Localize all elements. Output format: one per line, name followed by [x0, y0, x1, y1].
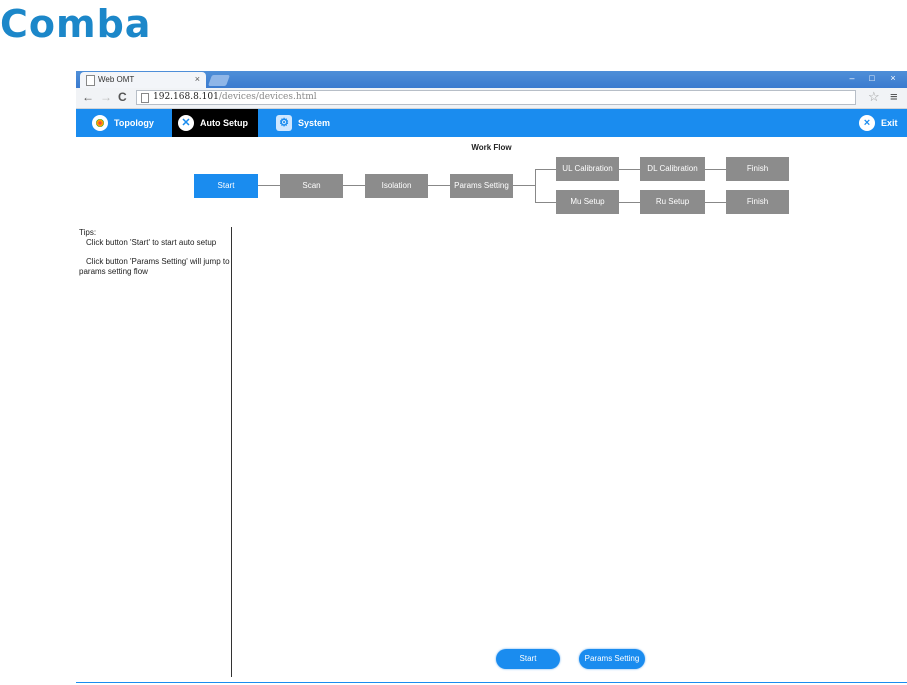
tips-heading: Tips: [79, 228, 97, 237]
bookmark-star-icon[interactable]: ☆ [868, 89, 880, 105]
tab-title: Web OMT [98, 75, 135, 84]
tip-line: Click button 'Start' to start auto setup [86, 238, 217, 247]
menu-icon[interactable]: ≡ [890, 89, 898, 104]
panel-divider [231, 227, 232, 677]
nav-exit[interactable]: × Exit [859, 109, 907, 137]
stage-mu-setup[interactable]: Mu Setup [556, 190, 619, 214]
browser-toolbar: ← → C 192.168.8.101/devices/devices.html… [76, 88, 907, 109]
address-bar[interactable]: 192.168.8.101/devices/devices.html [136, 90, 856, 105]
topology-icon [92, 115, 108, 131]
minimize-button[interactable]: – [843, 72, 861, 85]
forward-arrow-icon[interactable]: → [100, 90, 112, 104]
new-tab-button[interactable] [207, 75, 231, 86]
connector-line [619, 169, 640, 170]
tip-line: Click button 'Params Setting' will jump … [79, 257, 230, 276]
nav-topology[interactable]: Topology [92, 109, 166, 137]
tab-bar: Web OMT × – □ × [76, 71, 907, 88]
stage-ul-calibration[interactable]: UL Calibration [556, 157, 619, 181]
system-gear-icon: ⚙ [276, 115, 292, 131]
stage-start[interactable]: Start [194, 174, 258, 198]
params-setting-button[interactable]: Params Setting [579, 649, 645, 669]
connector-branch [535, 169, 536, 202]
browser-window: Web OMT × – □ × ← → C 192.168.8.101/devi… [76, 71, 907, 683]
nav-system-label: System [298, 118, 331, 128]
url-host: 192.168.8.101 [153, 92, 219, 102]
stage-isolation[interactable]: Isolation [365, 174, 428, 198]
nav-system[interactable]: ⚙ System [276, 109, 346, 137]
app-navbar: Topology ✕ Auto Setup ⚙ System × Exit [76, 109, 907, 137]
page-icon [86, 75, 95, 86]
connector-line [705, 202, 726, 203]
stage-ru-setup[interactable]: Ru Setup [640, 190, 705, 214]
nav-exit-label: Exit [881, 118, 898, 128]
connector-line [258, 185, 280, 186]
connector-line [428, 185, 450, 186]
stage-dl-calibration[interactable]: DL Calibration [640, 157, 705, 181]
reload-icon[interactable]: C [118, 90, 127, 104]
workflow-title: Work Flow [471, 143, 512, 152]
stage-finish-2[interactable]: Finish [726, 190, 789, 214]
comba-logo: Comba [0, 2, 152, 46]
tips-panel: Tips: Click button 'Start' to start auto… [79, 228, 231, 277]
stage-params-setting[interactable]: Params Setting [450, 174, 513, 198]
stage-scan[interactable]: Scan [280, 174, 343, 198]
nav-topology-label: Topology [114, 118, 154, 128]
url-path: /devices/devices.html [218, 92, 317, 102]
close-window-button[interactable]: × [883, 72, 903, 85]
connector-line [535, 202, 556, 203]
connector-line [513, 185, 535, 186]
stage-finish[interactable]: Finish [726, 157, 789, 181]
bottom-border [76, 682, 907, 683]
connector-line [535, 169, 556, 170]
close-circle-icon: × [859, 115, 875, 131]
wrench-icon: ✕ [178, 115, 194, 131]
nav-auto-setup[interactable]: ✕ Auto Setup [172, 109, 258, 137]
tab-close-icon[interactable]: × [195, 74, 200, 84]
connector-line [705, 169, 726, 170]
page-icon [141, 93, 149, 103]
browser-tab[interactable]: Web OMT × [80, 72, 206, 88]
nav-auto-setup-label: Auto Setup [200, 118, 248, 128]
start-button[interactable]: Start [496, 649, 560, 669]
connector-line [343, 185, 365, 186]
connector-line [619, 202, 640, 203]
back-arrow-icon[interactable]: ← [82, 90, 94, 104]
maximize-button[interactable]: □ [863, 72, 881, 85]
